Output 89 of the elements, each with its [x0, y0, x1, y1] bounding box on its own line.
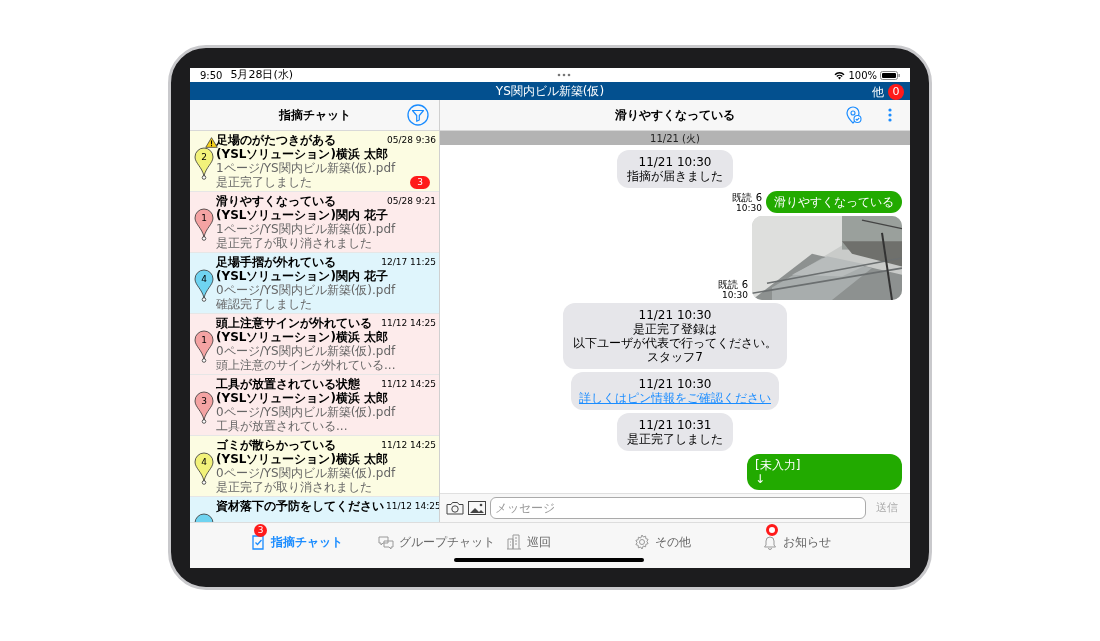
item-file: 0ページ/YS関内ビル新築(仮).pdf: [216, 344, 397, 358]
tab-button[interactable]: 巡回: [506, 524, 634, 551]
chat-list-item[interactable]: 4 ゴミが散らかっている 11/12 14:25 (YSLソリューション)横浜 太郎 0ページ/YS関内ビル新築(仮).pdf 是正完了が取り消されました: [190, 436, 439, 497]
message-line: 以下ユーザが代表で行ってください。: [573, 336, 777, 350]
item-time: 11/12 14:25: [381, 317, 436, 330]
item-status: 是正完了が取り消されました: [216, 236, 372, 250]
item-sender: (YSLソリューション)横浜 太郎: [216, 391, 390, 405]
item-title: ゴミが散らかっている: [216, 438, 336, 452]
message-time: 11/21 10:30: [638, 377, 712, 391]
item-sender: (YSLソリューション)関内 花子: [216, 269, 390, 283]
settings-icon: [634, 534, 650, 550]
item-title: 滑りやすくなっている: [216, 194, 336, 208]
item-title: 足場のがたつきがある: [216, 133, 336, 147]
chat-list-item[interactable]: 4 足場手摺が外れている 12/17 11:25 (YSLソリューション)関内 花子 0ページ/YS関内ビル新築(仮).pdf 確認完了しました: [190, 253, 439, 314]
status-date: 5月28日(水): [230, 68, 294, 83]
image-icon[interactable]: [468, 501, 486, 515]
item-file: 1ページ/YS関内ビル新築(仮).pdf: [216, 161, 397, 175]
count-badge: 3: [254, 524, 267, 537]
item-file: 0ページ/YS関内ビル新築(仮).pdf: [216, 283, 397, 297]
item-status: 頭上注意のサインが外れている...: [216, 358, 396, 372]
building-icon: [506, 534, 522, 550]
pin-number: 1: [200, 334, 208, 347]
message-line: 是正完了登録は: [633, 322, 717, 336]
item-time: 11/12 14:25: [381, 439, 436, 452]
message-input[interactable]: メッセージ: [490, 497, 866, 519]
chat-list-item[interactable]: 1 滑りやすくなっている 05/28 9:21 (YSLソリューション)関内 花子 1ページ/YS関内ビル新築(仮).pdf 是正完了が取り消されました: [190, 192, 439, 253]
message-line: ↓: [755, 472, 767, 486]
pin-check-icon[interactable]: [846, 106, 862, 124]
item-sender: (YSLソリューション)横浜 太郎: [216, 330, 390, 344]
more-menu-icon[interactable]: [888, 108, 892, 122]
chat-bubbles-icon: [378, 534, 394, 550]
item-sender: (YSLソリューション)関内 花子: [216, 208, 390, 222]
date-label: 11/21 (火): [650, 131, 700, 146]
item-file: 0ページ/YS関内ビル新築(仮).pdf: [216, 466, 397, 480]
clipboard-check-icon: [250, 534, 266, 550]
pin-number: 4: [200, 456, 208, 469]
tab-button[interactable]: 指摘チャット 3: [250, 524, 378, 551]
project-title: YS関内ビル新築(仮): [495, 83, 605, 100]
item-time: 05/28 9:36: [387, 134, 436, 147]
item-status: 確認完了しました: [216, 297, 312, 311]
read-receipt: 既読 6: [718, 280, 748, 290]
pin-number: 1: [200, 212, 208, 225]
tab-button[interactable]: その他: [634, 524, 762, 551]
item-sender: (YSLソリューション)横浜 太郎: [216, 452, 390, 466]
bell-icon: [762, 534, 778, 550]
tab-button[interactable]: お知らせ: [762, 524, 890, 551]
camera-icon[interactable]: [446, 501, 464, 515]
item-title: 工具が放置されている状態: [216, 377, 360, 391]
pin-number: 2: [200, 151, 208, 164]
others-label[interactable]: 他: [872, 83, 884, 101]
unread-badge: 3: [410, 175, 430, 189]
item-time: 11/12 14:25: [381, 378, 436, 391]
message-line: 滑りやすくなっている: [774, 195, 894, 209]
item-title: 足場手摺が外れている: [216, 255, 336, 269]
message-line: 指摘が届きました: [627, 169, 723, 183]
message-time: 10:30: [736, 203, 762, 213]
filter-icon[interactable]: [407, 104, 429, 126]
multitask-dots-icon: [556, 73, 571, 77]
status-time: 9:50: [200, 68, 223, 83]
chat-list-item[interactable]: 1 頭上注意サインが外れている 11/12 14:25 (YSLソリューション)横浜 太郎 0ページ/YS関内ビル新築(仮).pdf 頭上注意のサインが外れている...: [190, 314, 439, 375]
battery-icon: [880, 70, 900, 80]
panel-title: 指摘チャット: [278, 107, 351, 124]
item-sender: (YSLソリューション)横浜 太郎: [216, 147, 390, 161]
tab-button[interactable]: グループチャット: [378, 524, 506, 551]
chat-list-item[interactable]: 2 足場のがたつきがある 05/28 9:36 (YSLソリューション)横浜 太郎 1ページ/YS関内ビル新築(仮).pdf 是正完了しました 3: [190, 131, 439, 192]
message-line: 11/21 10:30: [638, 308, 712, 322]
item-file: 0ページ/YS関内ビル新築(仮).pdf: [216, 405, 397, 419]
message-line: 11/21 10:31: [638, 418, 712, 432]
read-receipt: 既読 6: [732, 193, 762, 203]
wifi-icon: [834, 70, 846, 80]
item-status: 工具が放置されている...: [216, 419, 348, 433]
count-badge: 0: [888, 84, 904, 100]
battery-percent: 100%: [848, 68, 877, 83]
message-line: スタッフ7: [647, 350, 703, 364]
item-time: 12/17 11:25: [381, 256, 436, 269]
message-time: 10:30: [722, 290, 748, 300]
item-status: 是正完了しました: [216, 175, 312, 189]
pin-number: 4: [200, 273, 208, 286]
item-file: 1ページ/YS関内ビル新築(仮).pdf: [216, 222, 397, 236]
message-line: [未入力]: [755, 458, 802, 472]
chat-title: 滑りやすくなっている: [615, 107, 735, 124]
item-title: 資材落下の予防をしてください: [216, 499, 384, 513]
message-line: 是正完了しました: [627, 432, 723, 446]
pin-number: 3: [200, 395, 208, 408]
item-status: 是正完了が取り消されました: [216, 480, 372, 494]
item-title: 頭上注意サインが外れている: [216, 316, 372, 330]
chat-list-item[interactable]: 3 工具が放置されている状態 11/12 14:25 (YSLソリューション)横浜 太郎 0ページ/YS関内ビル新築(仮).pdf 工具が放置されている...: [190, 375, 439, 436]
item-time: 05/28 9:21: [387, 195, 436, 208]
message-line: 11/21 10:30: [638, 155, 712, 169]
